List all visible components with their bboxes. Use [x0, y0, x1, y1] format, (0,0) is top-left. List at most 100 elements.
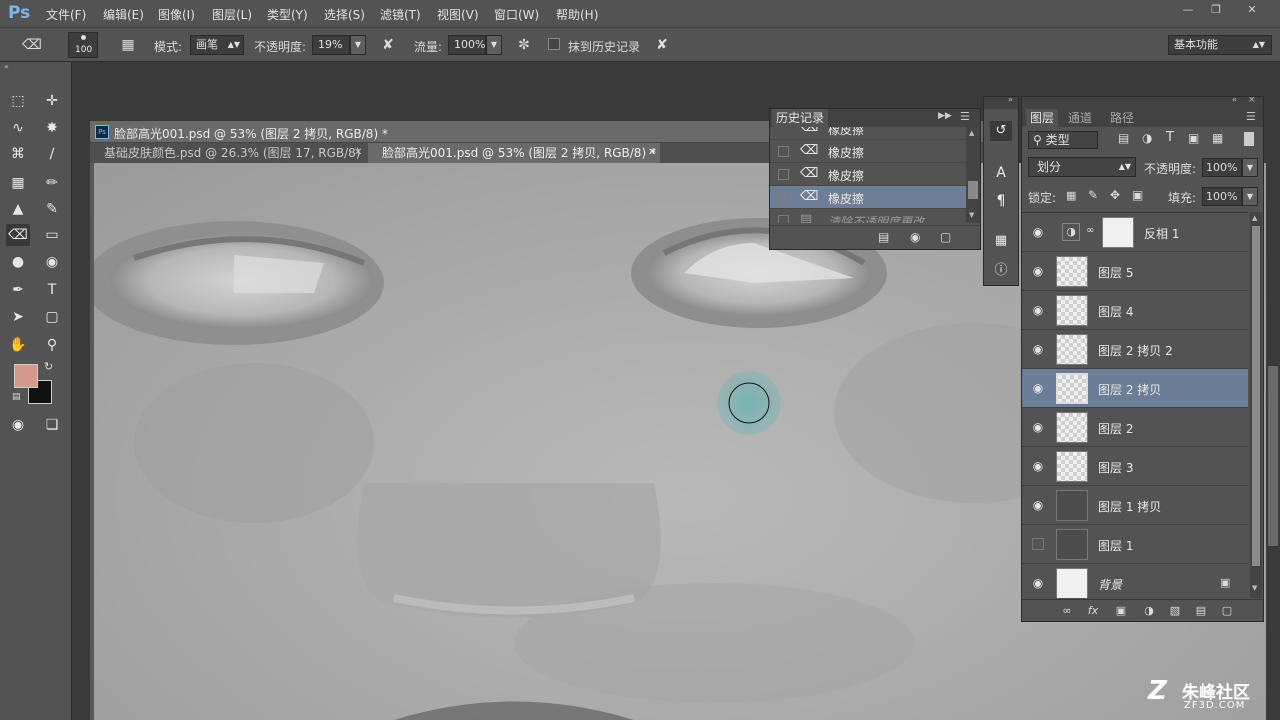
layers-scrollbar[interactable]: ▲ ▼ [1250, 212, 1262, 598]
visibility-eye-icon[interactable]: ◉ [1030, 303, 1046, 317]
visibility-eye-icon[interactable]: ◉ [1030, 381, 1046, 395]
visibility-eye-icon[interactable]: ◉ [1030, 420, 1046, 434]
hand-tool-icon[interactable]: ✋ [6, 334, 30, 356]
visibility-eye-icon[interactable]: ◉ [1030, 498, 1046, 512]
zoom-tool-icon[interactable]: ⚲ [40, 334, 64, 356]
brush-panel-icon[interactable]: ▦ [118, 36, 138, 54]
mode-select[interactable]: 画笔 ▲▼ [190, 35, 244, 55]
erase-history-checkbox[interactable] [548, 38, 560, 50]
foreground-color-swatch[interactable] [14, 364, 38, 388]
menu-help[interactable]: 帮助(H) [556, 6, 598, 23]
visibility-eye-icon[interactable]: ◉ [1030, 576, 1046, 590]
history-scrollbar[interactable]: ▲ ▼ [966, 127, 980, 223]
panel-expand-icon[interactable]: ▶▶ [938, 111, 952, 121]
swap-colors-icon[interactable]: ↻ [44, 360, 53, 373]
lasso-tool-icon[interactable]: ∿ [6, 117, 30, 139]
panel-menu-icon[interactable]: ☰ [960, 110, 970, 123]
menu-edit[interactable]: 编辑(E) [103, 6, 144, 23]
trash-icon[interactable]: ▢ [940, 230, 951, 244]
scroll-down-icon[interactable]: ▼ [1252, 584, 1257, 592]
move-tool-icon[interactable]: ✛ [40, 90, 64, 112]
restore-icon[interactable]: ❐ [1204, 2, 1228, 18]
tab-paths[interactable]: 路径 [1106, 109, 1138, 127]
scroll-up-icon[interactable]: ▲ [969, 129, 974, 137]
history-item[interactable]: ▤ 清除不透明度更改 [770, 209, 966, 223]
brush-tool-icon[interactable]: ✏ [40, 172, 64, 194]
menu-view[interactable]: 视图(V) [437, 6, 479, 23]
brush-preset-picker[interactable]: 100 [68, 32, 98, 58]
flow-input[interactable]: 100% [448, 35, 486, 55]
scroll-up-icon[interactable]: ▲ [1252, 214, 1257, 222]
airbrush-icon[interactable]: ✼ [514, 36, 534, 54]
screen-mode-icon[interactable]: ❏ [40, 414, 64, 436]
workspace-select[interactable]: 基本功能 ▲▼ [1168, 35, 1272, 55]
new-group-icon[interactable]: ▧ [1166, 604, 1184, 618]
gradient-tool-icon[interactable]: ▭ [40, 224, 64, 246]
tab-layers[interactable]: 图层 [1026, 109, 1059, 127]
layer-row[interactable]: 图层 1 [1022, 525, 1248, 564]
menu-select[interactable]: 选择(S) [324, 6, 365, 23]
eraser-tool-icon[interactable]: ⌫ [6, 224, 30, 246]
tab-close-icon[interactable]: ✕ [648, 147, 656, 158]
panel-menu-icon[interactable]: ☰ [1246, 110, 1256, 123]
history-snapshot-checkbox[interactable] [778, 169, 789, 180]
eyedropper-icon[interactable]: ∕ [40, 143, 64, 165]
layer-row[interactable]: ◉ 图层 2 [1022, 408, 1248, 447]
doc-tab-skin[interactable]: 基础皮肤颜色.psd @ 26.3% (图层 17, RGB/8) [90, 143, 368, 163]
camera-icon[interactable]: ◉ [910, 230, 920, 244]
healing-brush-icon[interactable]: ▦ [6, 172, 30, 194]
history-item[interactable]: ⌫ 橡皮擦 [770, 140, 966, 163]
lock-transparent-icon[interactable]: ▦ [1066, 189, 1076, 202]
type-filter-icon[interactable]: T [1166, 130, 1174, 145]
visibility-eye-icon[interactable]: ◉ [1030, 225, 1046, 239]
magic-wand-icon[interactable]: ✸ [40, 117, 64, 139]
new-document-icon[interactable]: ▤ [878, 230, 889, 244]
scroll-down-icon[interactable]: ▼ [969, 211, 974, 219]
menu-image[interactable]: 图像(I) [158, 6, 195, 23]
tab-history[interactable]: 历史记录 [772, 109, 829, 127]
history-snapshot-checkbox[interactable] [778, 146, 789, 157]
quick-mask-icon[interactable]: ◉ [6, 414, 30, 436]
flow-dropdown[interactable]: ▼ [486, 35, 502, 55]
pixel-filter-icon[interactable]: ▤ [1118, 131, 1129, 145]
lock-position-icon[interactable]: ✥ [1110, 188, 1120, 202]
blur-tool-icon[interactable]: ● [6, 251, 30, 273]
menu-file[interactable]: 文件(F) [46, 6, 86, 23]
expand-icon[interactable]: » [1008, 95, 1013, 104]
menu-window[interactable]: 窗口(W) [494, 6, 539, 23]
default-colors-icon[interactable]: ▤ [12, 392, 21, 402]
dodge-tool-icon[interactable]: ◉ [40, 251, 64, 273]
clone-stamp-icon[interactable]: ▲ [6, 198, 30, 220]
layer-row-selected[interactable]: ◉ 图层 2 拷贝 [1022, 369, 1248, 408]
tab-close-icon[interactable]: ✕ [354, 147, 362, 158]
close-icon[interactable]: ✕ [1240, 2, 1264, 18]
menu-layer[interactable]: 图层(L) [212, 6, 252, 23]
tab-channels[interactable]: 通道 [1064, 109, 1096, 127]
paragraph-panel-icon[interactable]: ¶ [990, 191, 1012, 211]
layer-row[interactable]: ◉ 图层 3 [1022, 447, 1248, 486]
collapse-panel-icon[interactable]: « [1232, 95, 1237, 104]
canvas-scroll-thumb[interactable] [1268, 366, 1278, 546]
crop-tool-icon[interactable]: ⌘ [6, 143, 30, 165]
history-item[interactable]: ⌫ 橡皮擦 [770, 163, 966, 186]
link-layers-icon[interactable]: ∞ [1058, 604, 1076, 618]
blend-mode-select[interactable]: 划分 ▲▼ [1028, 157, 1136, 177]
history-snapshot-checkbox[interactable] [778, 215, 789, 223]
layer-filter-select[interactable]: ⚲ 类型 [1028, 131, 1098, 149]
opacity-dropdown[interactable]: ▼ [350, 35, 366, 55]
layer-row[interactable]: ◉ 图层 2 拷贝 2 [1022, 330, 1248, 369]
layer-mask-thumbnail[interactable] [1102, 217, 1134, 248]
info-panel-icon[interactable]: ⓘ [990, 261, 1012, 281]
layer-row[interactable]: ◉ 背景 ▣ [1022, 564, 1248, 598]
type-tool-icon[interactable]: T [40, 279, 64, 301]
fill-input[interactable]: 100% [1202, 187, 1242, 206]
history-panel-icon[interactable]: ↺ [990, 121, 1012, 141]
fill-dropdown[interactable]: ▼ [1242, 187, 1258, 206]
layer-opacity-dropdown[interactable]: ▼ [1242, 158, 1258, 177]
visibility-eye-icon[interactable]: ◉ [1030, 459, 1046, 473]
opacity-input[interactable]: 19% [312, 35, 350, 55]
pen-tool-icon[interactable]: ✒ [6, 279, 30, 301]
layer-opacity-input[interactable]: 100% [1202, 158, 1242, 177]
layer-row[interactable]: ◉ 图层 5 [1022, 252, 1248, 291]
character-panel-icon[interactable]: A [990, 163, 1012, 183]
